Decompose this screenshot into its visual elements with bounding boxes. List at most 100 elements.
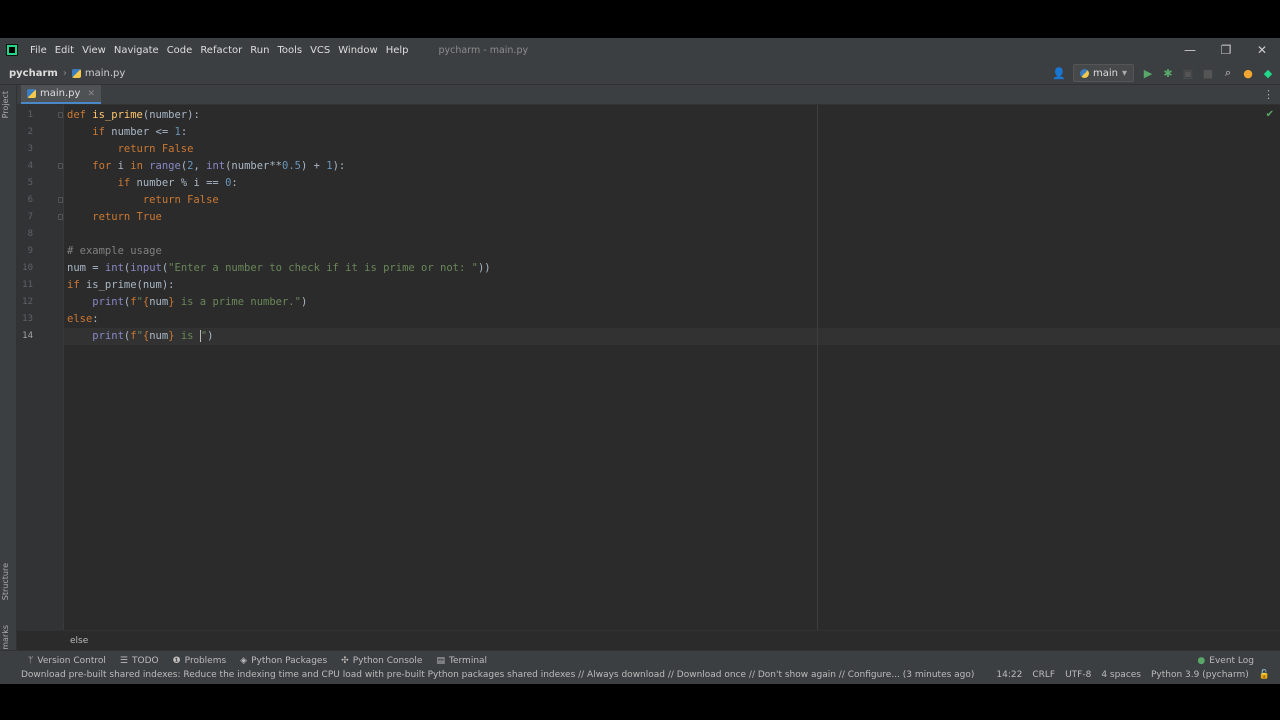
window-controls: — ❐ ✕ xyxy=(1172,38,1280,62)
line-number: 3 xyxy=(27,144,33,154)
status-widgets: 14:22 CRLF UTF-8 4 spaces Python 3.9 (py… xyxy=(996,666,1270,684)
tab-main-py[interactable]: main.py ✕ xyxy=(21,85,101,104)
line-separator[interactable]: CRLF xyxy=(1032,670,1055,680)
event-log-label: Event Log xyxy=(1209,656,1254,666)
menu-bar: File Edit View Navigate Code Refactor Ru… xyxy=(0,38,1280,62)
code-line[interactable]: return False xyxy=(67,141,194,158)
tool-python-packages[interactable]: ◈ Python Packages xyxy=(240,656,327,666)
code-token: number % i == xyxy=(136,177,226,189)
code-token: is_prime xyxy=(92,109,143,121)
menu-refactor[interactable]: Refactor xyxy=(196,45,246,56)
line-number: 5 xyxy=(27,178,33,188)
breadcrumb-project[interactable]: pycharm xyxy=(9,68,58,79)
fold-marker-icon[interactable] xyxy=(58,197,63,203)
code-token: input xyxy=(130,262,162,274)
minimize-button[interactable]: — xyxy=(1172,38,1208,62)
code-line[interactable]: return True xyxy=(67,209,162,226)
close-icon[interactable]: ✕ xyxy=(87,89,95,99)
list-icon: ☰ xyxy=(119,656,128,666)
tool-version-control[interactable]: ᛘ Version Control xyxy=(28,656,106,666)
info-icon: ❶ xyxy=(172,656,181,666)
run-config-selector[interactable]: main ▾ xyxy=(1072,64,1134,82)
menu-file[interactable]: File xyxy=(26,45,51,56)
menu-view[interactable]: View xyxy=(78,45,110,56)
caret-position[interactable]: 14:22 xyxy=(996,670,1022,680)
line-number: 1 xyxy=(27,110,33,120)
tool-problems[interactable]: ❶ Problems xyxy=(173,656,227,666)
fold-marker-icon[interactable] xyxy=(58,214,63,220)
more-vertical-icon[interactable]: ⋮ xyxy=(1263,85,1274,104)
menu-navigate[interactable]: Navigate xyxy=(110,45,163,56)
tool-todo[interactable]: ☰ TODO xyxy=(120,656,159,666)
menu-window[interactable]: Window xyxy=(334,45,381,56)
code-token: num xyxy=(149,296,169,308)
project-tool-button[interactable]: Project xyxy=(1,91,10,118)
code-token: in xyxy=(130,160,150,172)
code-breadcrumb-bar: else xyxy=(17,630,1280,651)
python-icon xyxy=(1079,68,1089,78)
code-line[interactable]: if is_prime(num): xyxy=(67,277,174,294)
code-line[interactable]: return False xyxy=(67,192,219,209)
code-line[interactable]: else: xyxy=(67,311,99,328)
code-editor[interactable]: 1 2 3 4 5 6 7 8 9 10 11 12 13 14 def is_prime(number)… xyxy=(17,105,1280,630)
search-icon[interactable]: ⌕ xyxy=(1222,66,1234,79)
line-number: 8 xyxy=(27,229,33,239)
event-log-icon: ● xyxy=(1197,656,1206,666)
code-token: )) xyxy=(477,262,491,274)
current-line-highlight xyxy=(64,328,1280,345)
code-line[interactable]: for i in range(2, int(number**0.5) + 1): xyxy=(67,158,345,175)
code-line[interactable]: def is_prime(number): xyxy=(67,107,200,124)
indent-setting[interactable]: 4 spaces xyxy=(1101,670,1141,680)
breadcrumb-file[interactable]: main.py xyxy=(85,68,125,79)
fold-marker-icon[interactable] xyxy=(58,112,63,118)
python-interpreter[interactable]: Python 3.9 (pycharm) xyxy=(1151,670,1249,680)
tool-python-console[interactable]: ✣ Python Console xyxy=(341,656,422,666)
code-token: return True xyxy=(92,211,162,223)
code-line[interactable]: print(f"{num} is a prime number.") xyxy=(67,294,307,311)
fold-marker-icon[interactable] xyxy=(58,163,63,169)
debug-icon[interactable]: ✱ xyxy=(1162,67,1174,80)
coverage-icon[interactable]: ▣ xyxy=(1182,67,1194,80)
code-line[interactable]: if number % i == 0: xyxy=(67,175,238,192)
code-breadcrumb[interactable]: else xyxy=(70,636,88,646)
code-token: num = xyxy=(67,262,105,274)
code-line[interactable]: if number <= 1: xyxy=(67,124,187,141)
tool-terminal[interactable]: ▤ Terminal xyxy=(436,656,487,666)
navigation-bar: pycharm › main.py 👤 main ▾ ▶ ✱ ▣ ■ ⌕ ● ◆ xyxy=(0,62,1280,85)
code-token: i xyxy=(117,160,131,172)
stop-icon[interactable]: ■ xyxy=(1202,67,1214,80)
run-icon[interactable]: ▶ xyxy=(1142,67,1154,80)
code-token: is xyxy=(174,330,200,342)
menu-vcs[interactable]: VCS xyxy=(306,45,334,56)
toolbar-right: 👤 main ▾ ▶ ✱ ▣ ■ ⌕ ● ◆ xyxy=(1052,62,1274,84)
menu-tools[interactable]: Tools xyxy=(273,45,306,56)
status-message[interactable]: Download pre-built shared indexes: Reduc… xyxy=(21,670,974,680)
structure-tool-button[interactable]: Structure xyxy=(1,563,10,600)
code-token: ) + xyxy=(300,160,327,172)
user-icon[interactable]: 👤 xyxy=(1052,67,1066,80)
menu-run[interactable]: Run xyxy=(246,45,273,56)
menu-edit[interactable]: Edit xyxy=(51,45,78,56)
restore-button[interactable]: ❐ xyxy=(1208,38,1244,62)
menu-help[interactable]: Help xyxy=(382,45,413,56)
run-config-label: main xyxy=(1092,67,1118,79)
line-number: 6 xyxy=(27,195,33,205)
menu-code[interactable]: Code xyxy=(163,45,197,56)
code-line[interactable]: print(f"{num} is ") xyxy=(67,328,213,345)
code-line[interactable]: num = int(input("Enter a number to check… xyxy=(67,260,491,277)
line-number: 10 xyxy=(22,263,33,273)
code-token: range xyxy=(149,160,181,172)
update-icon[interactable]: ● xyxy=(1242,67,1254,80)
file-encoding[interactable]: UTF-8 xyxy=(1065,670,1091,680)
code-line[interactable]: # example usage xyxy=(67,243,162,260)
lock-icon[interactable]: 🔓 xyxy=(1259,670,1270,680)
chevron-down-icon: ▾ xyxy=(1121,67,1127,79)
code-token: "Enter a number to check if it is prime … xyxy=(168,262,478,274)
jetbrains-icon[interactable]: ◆ xyxy=(1262,67,1274,80)
close-window-button[interactable]: ✕ xyxy=(1244,38,1280,62)
code-token: return False xyxy=(117,143,194,155)
